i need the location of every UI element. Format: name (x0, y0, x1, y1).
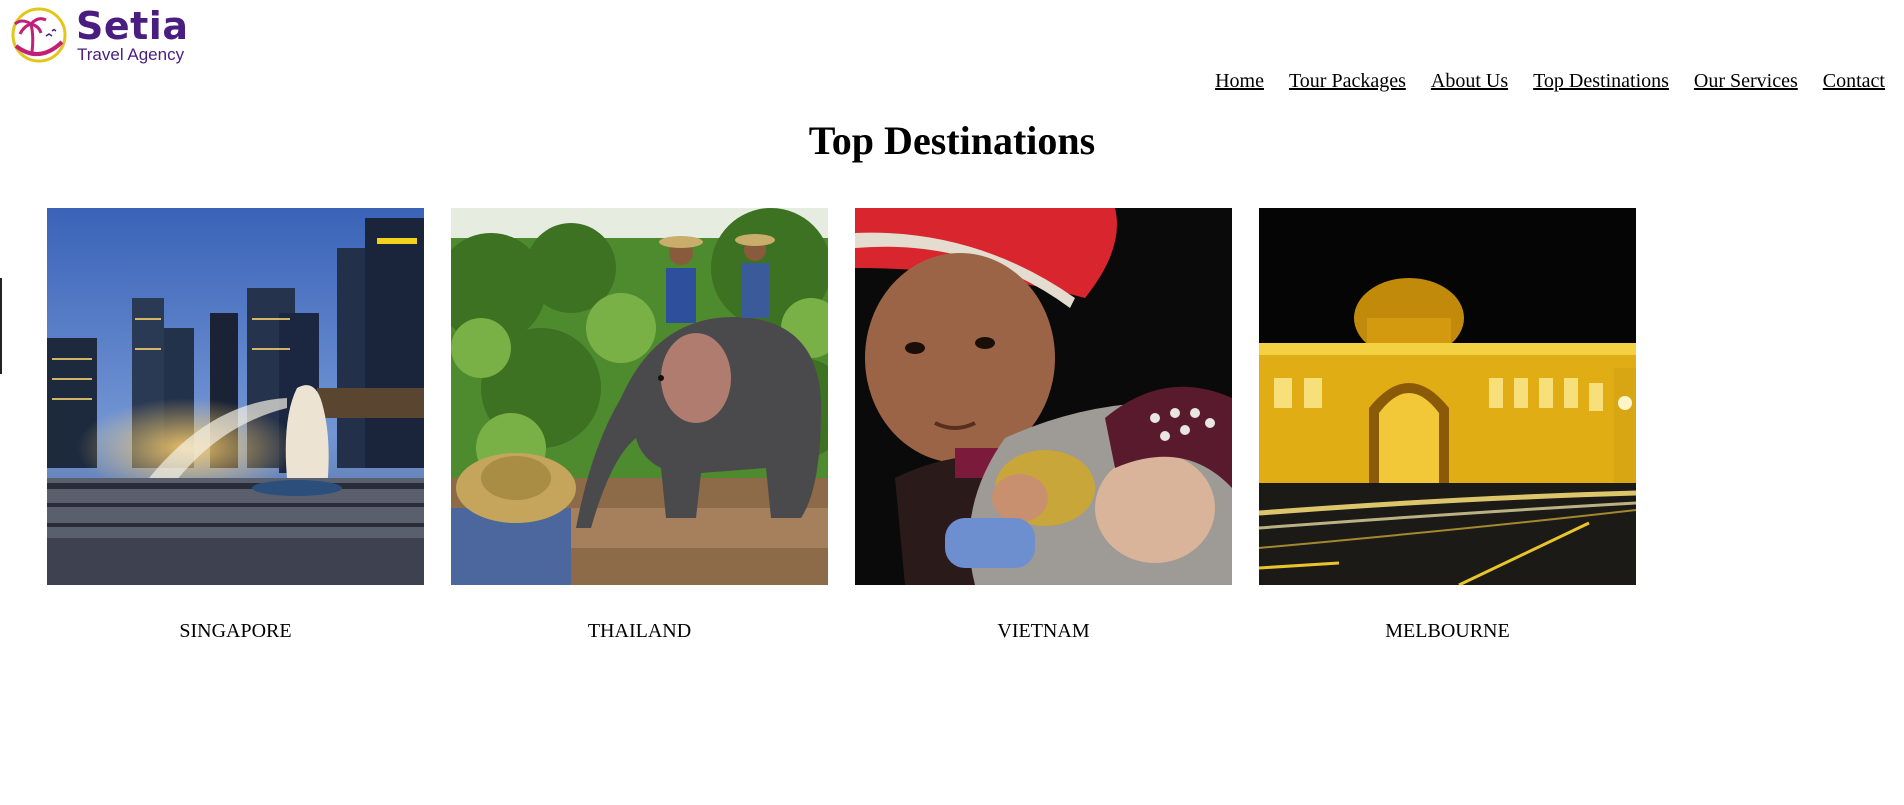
nav-link-home[interactable]: Home (1215, 68, 1264, 94)
destination-card-singapore[interactable]: SINGAPORE (47, 208, 424, 644)
brand-tagline: Travel Agency (77, 45, 185, 64)
destination-photo-melbourne[interactable] (1259, 208, 1636, 585)
destination-photo-thailand[interactable] (451, 208, 828, 585)
vietnam-portrait-image (855, 208, 1232, 585)
brand-name: Setia (76, 4, 189, 48)
singapore-skyline-image (47, 208, 424, 585)
destination-name-melbourne: MELBOURNE (1385, 620, 1510, 642)
nav-link-our-services[interactable]: Our Services (1694, 68, 1798, 94)
side-edge-tab[interactable] (0, 278, 2, 374)
palm-tree-logo-icon (11, 7, 67, 63)
destination-photo-singapore[interactable] (47, 208, 424, 585)
destinations-grid: SINGAPORE THAILAND VIETNAM MELBOURNE (47, 208, 1636, 644)
destination-card-melbourne[interactable]: MELBOURNE (1259, 208, 1636, 644)
destination-name-singapore: SINGAPORE (179, 620, 292, 642)
destination-card-thailand[interactable]: THAILAND (451, 208, 828, 644)
destination-name-thailand: THAILAND (587, 620, 692, 642)
main-nav: Home Tour Packages About Us Top Destinat… (1190, 68, 1885, 94)
nav-link-contact[interactable]: Contact (1823, 68, 1885, 94)
melbourne-station-image (1259, 208, 1636, 585)
brand-logo[interactable]: Setia Travel Agency (10, 4, 200, 66)
destination-name-vietnam: VIETNAM (997, 620, 1090, 642)
thailand-elephant-image (451, 208, 828, 585)
destination-photo-vietnam[interactable] (855, 208, 1232, 585)
destination-card-vietnam[interactable]: VIETNAM (855, 208, 1232, 644)
page-title: Top Destinations (808, 118, 1096, 163)
nav-link-tour-packages[interactable]: Tour Packages (1289, 68, 1406, 94)
nav-link-top-destinations[interactable]: Top Destinations (1533, 68, 1669, 94)
nav-link-about-us[interactable]: About Us (1431, 68, 1508, 94)
